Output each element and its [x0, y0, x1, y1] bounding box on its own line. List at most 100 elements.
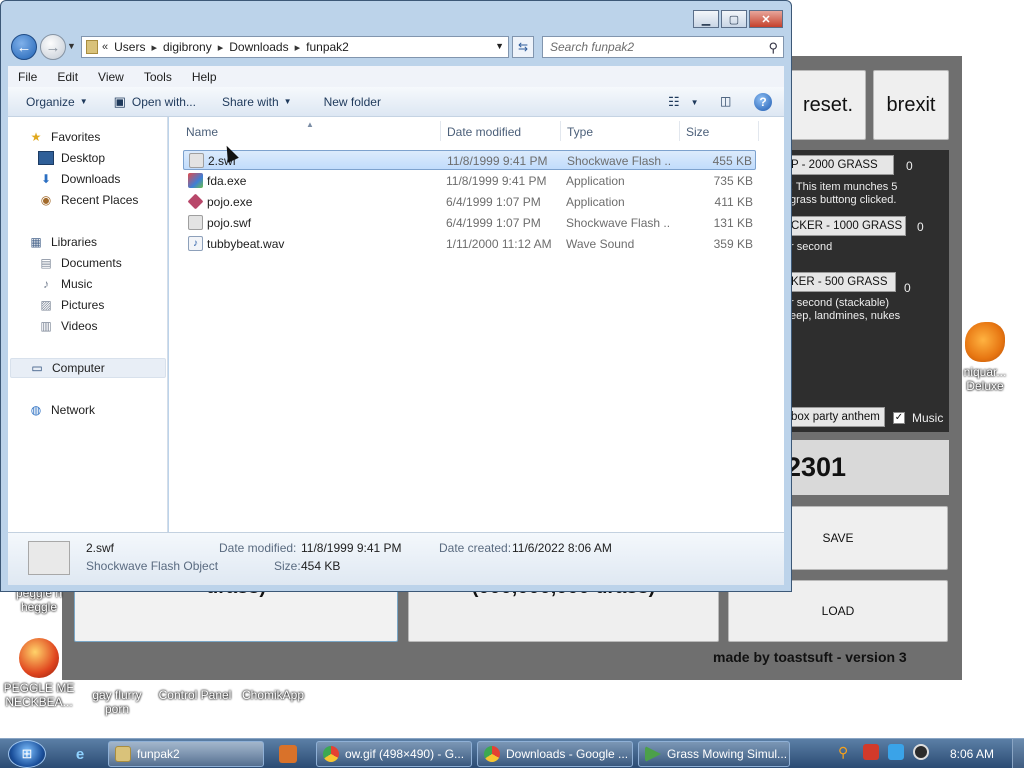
breadcrumb-digibrony[interactable]: digibrony — [163, 40, 212, 54]
task-chrome-downloads[interactable]: Downloads - Google ... — [477, 741, 633, 767]
breadcrumb-separator-icon[interactable]: ▸ — [151, 41, 157, 54]
flash-app-icon — [279, 745, 297, 763]
search-input[interactable]: Search funpak2 ⚲ — [542, 36, 784, 58]
nav-libraries[interactable]: ▦ Libraries — [28, 235, 97, 249]
close-button[interactable]: ✕ — [749, 10, 783, 28]
nav-pictures[interactable]: ▨ Pictures — [38, 298, 104, 312]
nav-label: Network — [51, 403, 96, 417]
search-tray-icon[interactable]: ⚲ — [838, 744, 854, 760]
new-folder-button[interactable]: New folder — [316, 95, 389, 109]
recent-pages-dropdown[interactable]: ▼ — [67, 41, 76, 51]
file-row[interactable]: pojo.swf 6/4/1999 1:07 PM Shockwave Flas… — [183, 213, 756, 233]
nav-favorites[interactable]: ★ Favorites — [28, 130, 101, 144]
nav-recent-places[interactable]: ◉ Recent Places — [38, 193, 139, 207]
arrow-left-icon: ← — [16, 38, 32, 56]
share-with-button[interactable]: Share with ▼ — [214, 95, 300, 109]
menu-view[interactable]: View — [88, 70, 134, 84]
nav-label: Pictures — [61, 298, 105, 312]
desktop-icon-aquarium[interactable]: niquar... Deluxe — [946, 322, 1024, 393]
preview-pane-button[interactable]: ◫ — [712, 94, 739, 108]
desktop-icon — [38, 151, 54, 165]
shop-item-2000-grass[interactable]: P - 2000 GRASS — [786, 155, 894, 175]
brexit-button[interactable]: brexit — [873, 70, 949, 140]
folder-icon — [115, 746, 131, 762]
explorer-window[interactable]: ▁ ▢ ✕ ← → ▼ « Users ▸ digibrony ▸ Downlo… — [0, 0, 792, 592]
task-funpak2[interactable]: funpak2 — [108, 741, 264, 767]
nav-videos[interactable]: ▥ Videos — [38, 319, 97, 333]
breadcrumb-separator-icon[interactable]: ▸ — [218, 41, 224, 54]
music-checkbox[interactable]: ✓ — [893, 412, 905, 424]
file-row[interactable]: 2.swf 11/8/1999 9:41 PM Shockwave Flash … — [183, 150, 756, 170]
column-headers: ▲ Name Date modified Type Size — [169, 120, 769, 141]
minimize-button[interactable]: ▁ — [693, 10, 719, 28]
file-row[interactable]: pojo.exe 6/4/1999 1:07 PM Application 41… — [183, 192, 756, 212]
organize-button[interactable]: Organize ▼ — [18, 95, 96, 109]
flag-icon[interactable] — [863, 744, 879, 760]
file-type: Shockwave Flash ... — [567, 154, 671, 168]
search-icon[interactable]: ⚲ — [768, 40, 778, 56]
file-name: tubbybeat.wav — [207, 237, 285, 251]
menu-edit[interactable]: Edit — [47, 70, 88, 84]
breadcrumb-overflow[interactable]: « — [102, 41, 108, 53]
address-bar[interactable]: « Users ▸ digibrony ▸ Downloads ▸ funpak… — [81, 36, 509, 58]
nav-documents[interactable]: ▤ Documents — [38, 256, 121, 270]
network-icon: ◍ — [30, 403, 42, 417]
desktop-icon-control-panel[interactable]: Control Panel — [156, 688, 234, 702]
column-divider[interactable] — [679, 121, 680, 141]
preview-pane-icon: ◫ — [720, 94, 732, 108]
open-with-button[interactable]: ▣ Open with... — [106, 94, 204, 110]
task-grass-mowing[interactable]: Grass Mowing Simul... — [638, 741, 790, 767]
nav-network[interactable]: ◍ Network — [28, 403, 95, 417]
reset-button[interactable]: reset. — [790, 70, 866, 140]
refresh-button[interactable]: ⇆ — [512, 36, 534, 58]
column-divider[interactable] — [440, 121, 441, 141]
internet-explorer-pin[interactable]: e — [64, 742, 96, 766]
computer-icon: ▭ — [31, 361, 43, 375]
desktop-icon-peggle-me[interactable]: PEGGLE ME NECKBEA... — [0, 638, 78, 709]
flash-pin[interactable] — [272, 742, 304, 766]
column-type[interactable]: Type — [567, 125, 593, 139]
breadcrumb-users[interactable]: Users — [114, 40, 145, 54]
breadcrumb-separator-icon[interactable]: ▸ — [295, 41, 301, 54]
shop-item-500-grass[interactable]: KER - 500 GRASS — [786, 272, 896, 292]
back-button[interactable]: ← — [11, 34, 37, 60]
address-dropdown-icon[interactable]: ▼ — [495, 41, 504, 51]
menu-tools[interactable]: Tools — [134, 70, 182, 84]
nav-downloads[interactable]: ⬇ Downloads — [38, 172, 120, 186]
column-divider[interactable] — [560, 121, 561, 141]
column-divider[interactable] — [758, 121, 759, 141]
chrome-icon — [323, 746, 339, 762]
share-with-label: Share with — [221, 94, 279, 109]
menu-help[interactable]: Help — [182, 70, 227, 84]
nav-label: Videos — [61, 319, 98, 333]
view-options-button[interactable]: ☷ ▼ — [660, 94, 707, 110]
file-thumbnail-icon — [28, 541, 70, 575]
task-chrome-gif[interactable]: ow.gif (498×490) - G... — [316, 741, 472, 767]
grass-score: 2301 — [786, 440, 949, 495]
column-size[interactable]: Size — [686, 125, 709, 139]
maximize-button[interactable]: ▢ — [721, 10, 747, 28]
nav-desktop[interactable]: Desktop — [38, 151, 105, 165]
column-date-modified[interactable]: Date modified — [447, 125, 521, 139]
shop-item-1000-grass[interactable]: CKER - 1000 GRASS — [786, 216, 906, 236]
help-button[interactable]: ? — [754, 93, 772, 111]
nav-computer[interactable]: ▭ Computer — [10, 358, 166, 378]
party-anthem-button[interactable]: box party anthem — [786, 407, 885, 427]
menu-file[interactable]: File — [8, 70, 47, 84]
volume-icon[interactable] — [913, 744, 929, 760]
forward-button[interactable]: → — [40, 34, 66, 60]
music-icon: ♪ — [43, 277, 49, 291]
file-row[interactable]: ♪ tubbybeat.wav 1/11/2000 11:12 AM Wave … — [183, 234, 756, 254]
desktop-icon-gay-flurry[interactable]: gay flurry porn — [78, 688, 156, 716]
file-row[interactable]: fda.exe 11/8/1999 9:41 PM Application 73… — [183, 171, 756, 191]
desktop-icon-chomikapp[interactable]: ChomikApp — [234, 688, 312, 702]
start-button[interactable]: ⊞ — [8, 740, 46, 768]
column-name[interactable]: Name — [186, 125, 218, 139]
detail-size-value: 454 KB — [301, 559, 341, 573]
display-icon[interactable] — [888, 744, 904, 760]
clock[interactable]: 8:06 AM — [950, 747, 994, 761]
breadcrumb-downloads[interactable]: Downloads — [229, 40, 288, 54]
show-desktop-button[interactable] — [1012, 739, 1024, 768]
nav-music[interactable]: ♪ Music — [38, 277, 92, 291]
breadcrumb-funpak2[interactable]: funpak2 — [306, 40, 349, 54]
